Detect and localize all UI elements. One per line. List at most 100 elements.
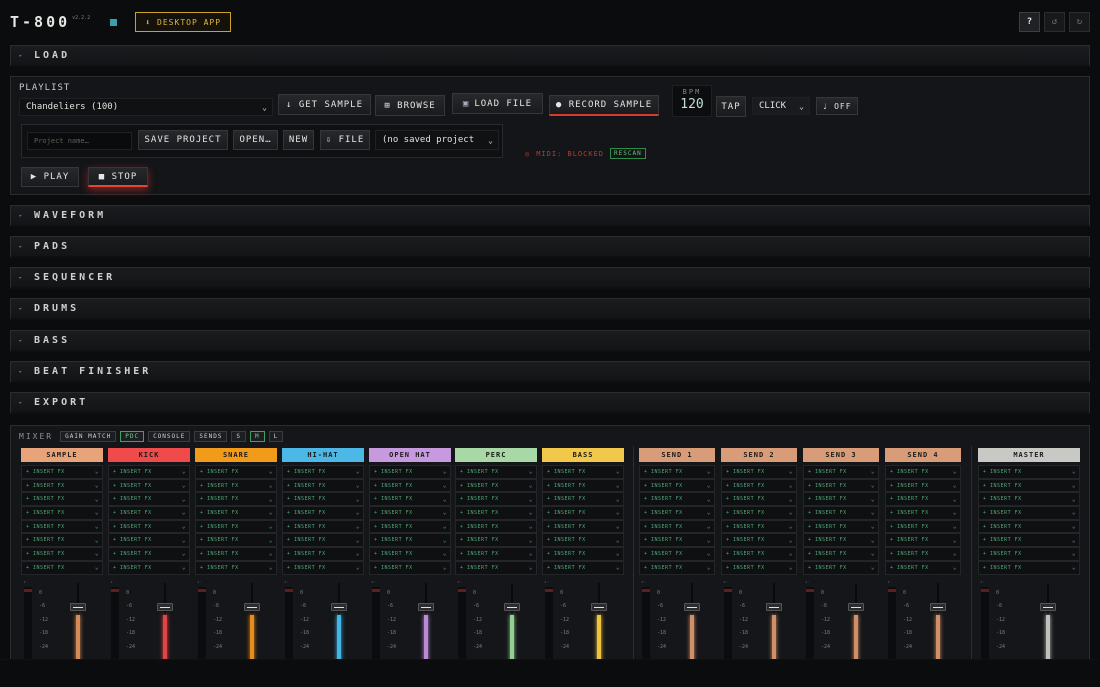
insert-fx-select[interactable]: + INSERT FX ⌄ (108, 560, 190, 575)
record-sample-button[interactable]: ● RECORD SAMPLE (549, 95, 659, 116)
insert-fx-select[interactable]: + INSERT FX ⌄ (195, 547, 277, 561)
insert-fx-select[interactable]: + INSERT FX ⌄ (978, 492, 1080, 507)
insert-fx-select[interactable]: + INSERT FX ⌄ (721, 533, 797, 548)
fader-handle[interactable] (244, 603, 260, 611)
insert-fx-select[interactable]: + INSERT FX ⌄ (369, 492, 451, 507)
insert-fx-select[interactable]: + INSERT FX ⌄ (21, 560, 103, 575)
insert-fx-select[interactable]: + INSERT FX ⌄ (21, 547, 103, 561)
section-pads[interactable]: ▸ PADS (10, 236, 1090, 258)
section-sequencer[interactable]: ▸ SEQUENCER (10, 267, 1090, 289)
insert-fx-select[interactable]: + INSERT FX ⌄ (885, 506, 961, 520)
insert-fx-select[interactable]: + INSERT FX ⌄ (803, 506, 879, 520)
insert-fx-select[interactable]: + INSERT FX ⌄ (21, 478, 103, 493)
insert-fx-select[interactable]: + INSERT FX ⌄ (803, 560, 879, 575)
load-file-button[interactable]: ▣ LOAD FILE (452, 93, 543, 114)
insert-fx-select[interactable]: + INSERT FX ⌄ (639, 560, 715, 575)
channel-name[interactable]: KICK (108, 448, 190, 462)
section-bass[interactable]: ▸ BASS (10, 330, 1090, 352)
insert-fx-select[interactable]: + INSERT FX ⌄ (369, 533, 451, 548)
insert-fx-select[interactable]: + INSERT FX ⌄ (195, 533, 277, 548)
channel-name[interactable]: SAMPLE (21, 448, 103, 462)
channel-name[interactable]: PERC (455, 448, 537, 462)
insert-fx-select[interactable]: + INSERT FX ⌄ (978, 478, 1080, 493)
insert-fx-select[interactable]: + INSERT FX ⌄ (369, 560, 451, 575)
insert-fx-select[interactable]: + INSERT FX ⌄ (542, 547, 624, 561)
insert-fx-select[interactable]: + INSERT FX ⌄ (282, 492, 364, 507)
insert-fx-select[interactable]: + INSERT FX ⌄ (108, 465, 190, 479)
channel-name[interactable]: SEND 2 (721, 448, 797, 462)
insert-fx-select[interactable]: + INSERT FX ⌄ (885, 465, 961, 479)
insert-fx-select[interactable]: + INSERT FX ⌄ (369, 478, 451, 493)
redo-icon[interactable]: ↻ (1069, 12, 1090, 32)
insert-fx-select[interactable]: + INSERT FX ⌄ (542, 560, 624, 575)
stop-button[interactable]: ■ STOP (88, 167, 148, 187)
size-m-button[interactable]: M (250, 431, 265, 442)
channel-name[interactable]: HI-HAT (282, 448, 364, 462)
channel-name[interactable]: SEND 3 (803, 448, 879, 462)
fader-handle[interactable] (1040, 603, 1056, 611)
get-sample-button[interactable]: ↓ GET SAMPLE (278, 94, 371, 115)
size-s-button[interactable]: S (231, 431, 247, 442)
playlist-select[interactable]: Chandeliers (100) ⌄ (19, 98, 273, 116)
new-button[interactable]: NEW (283, 130, 314, 150)
insert-fx-select[interactable]: + INSERT FX ⌄ (21, 533, 103, 548)
tap-button[interactable]: TAP (716, 96, 746, 117)
insert-fx-select[interactable]: + INSERT FX ⌄ (978, 547, 1080, 561)
insert-fx-select[interactable]: + INSERT FX ⌄ (885, 478, 961, 493)
insert-fx-select[interactable]: + INSERT FX ⌄ (195, 492, 277, 507)
sends-button[interactable]: SENDS (194, 431, 228, 442)
insert-fx-select[interactable]: + INSERT FX ⌄ (455, 519, 537, 534)
insert-fx-select[interactable]: + INSERT FX ⌄ (803, 492, 879, 507)
insert-fx-select[interactable]: + INSERT FX ⌄ (195, 478, 277, 493)
insert-fx-select[interactable]: + INSERT FX ⌄ (721, 478, 797, 493)
insert-fx-select[interactable]: + INSERT FX ⌄ (195, 506, 277, 520)
insert-fx-select[interactable]: + INSERT FX ⌄ (639, 492, 715, 507)
insert-fx-select[interactable]: + INSERT FX ⌄ (978, 533, 1080, 548)
insert-fx-select[interactable]: + INSERT FX ⌄ (885, 533, 961, 548)
insert-fx-select[interactable]: + INSERT FX ⌄ (282, 560, 364, 575)
section-load[interactable]: ▸ LOAD (10, 45, 1090, 67)
browse-button[interactable]: ⊞ BROWSE (375, 95, 445, 116)
console-button[interactable]: CONSOLE (148, 431, 191, 442)
insert-fx-select[interactable]: + INSERT FX ⌄ (455, 533, 537, 548)
insert-fx-select[interactable]: + INSERT FX ⌄ (195, 465, 277, 479)
channel-name[interactable]: OPEN HAT (369, 448, 451, 462)
insert-fx-select[interactable]: + INSERT FX ⌄ (542, 492, 624, 507)
insert-fx-select[interactable]: + INSERT FX ⌄ (885, 492, 961, 507)
channel-name[interactable]: SEND 4 (885, 448, 961, 462)
insert-fx-select[interactable]: + INSERT FX ⌄ (21, 492, 103, 507)
insert-fx-select[interactable]: + INSERT FX ⌄ (885, 547, 961, 561)
insert-fx-select[interactable]: + INSERT FX ⌄ (721, 547, 797, 561)
insert-fx-select[interactable]: + INSERT FX ⌄ (455, 478, 537, 493)
insert-fx-select[interactable]: + INSERT FX ⌄ (803, 533, 879, 548)
insert-fx-select[interactable]: + INSERT FX ⌄ (978, 506, 1080, 520)
insert-fx-select[interactable]: + INSERT FX ⌄ (721, 465, 797, 479)
insert-fx-select[interactable]: + INSERT FX ⌄ (639, 506, 715, 520)
pdc-button[interactable]: PDC (120, 431, 145, 442)
metronome-off-button[interactable]: ♩ OFF (816, 97, 858, 115)
insert-fx-select[interactable]: + INSERT FX ⌄ (455, 560, 537, 575)
fader-handle[interactable] (930, 603, 946, 611)
insert-fx-select[interactable]: + INSERT FX ⌄ (978, 519, 1080, 534)
insert-fx-select[interactable]: + INSERT FX ⌄ (803, 478, 879, 493)
insert-fx-select[interactable]: + INSERT FX ⌄ (108, 547, 190, 561)
channel-name[interactable]: MASTER (978, 448, 1080, 462)
help-button[interactable]: ? (1019, 12, 1040, 32)
insert-fx-select[interactable]: + INSERT FX ⌄ (282, 533, 364, 548)
insert-fx-select[interactable]: + INSERT FX ⌄ (21, 519, 103, 534)
fader-handle[interactable] (418, 603, 434, 611)
insert-fx-select[interactable]: + INSERT FX ⌄ (108, 492, 190, 507)
insert-fx-select[interactable]: + INSERT FX ⌄ (542, 478, 624, 493)
insert-fx-select[interactable]: + INSERT FX ⌄ (108, 533, 190, 548)
insert-fx-select[interactable]: + INSERT FX ⌄ (803, 547, 879, 561)
insert-fx-select[interactable]: + INSERT FX ⌄ (978, 560, 1080, 575)
insert-fx-select[interactable]: + INSERT FX ⌄ (885, 560, 961, 575)
insert-fx-select[interactable]: + INSERT FX ⌄ (542, 519, 624, 534)
insert-fx-select[interactable]: + INSERT FX ⌄ (195, 519, 277, 534)
fader-handle[interactable] (157, 603, 173, 611)
insert-fx-select[interactable]: + INSERT FX ⌄ (455, 506, 537, 520)
fader-handle[interactable] (766, 603, 782, 611)
insert-fx-select[interactable]: + INSERT FX ⌄ (282, 465, 364, 479)
insert-fx-select[interactable]: + INSERT FX ⌄ (369, 465, 451, 479)
insert-fx-select[interactable]: + INSERT FX ⌄ (455, 465, 537, 479)
